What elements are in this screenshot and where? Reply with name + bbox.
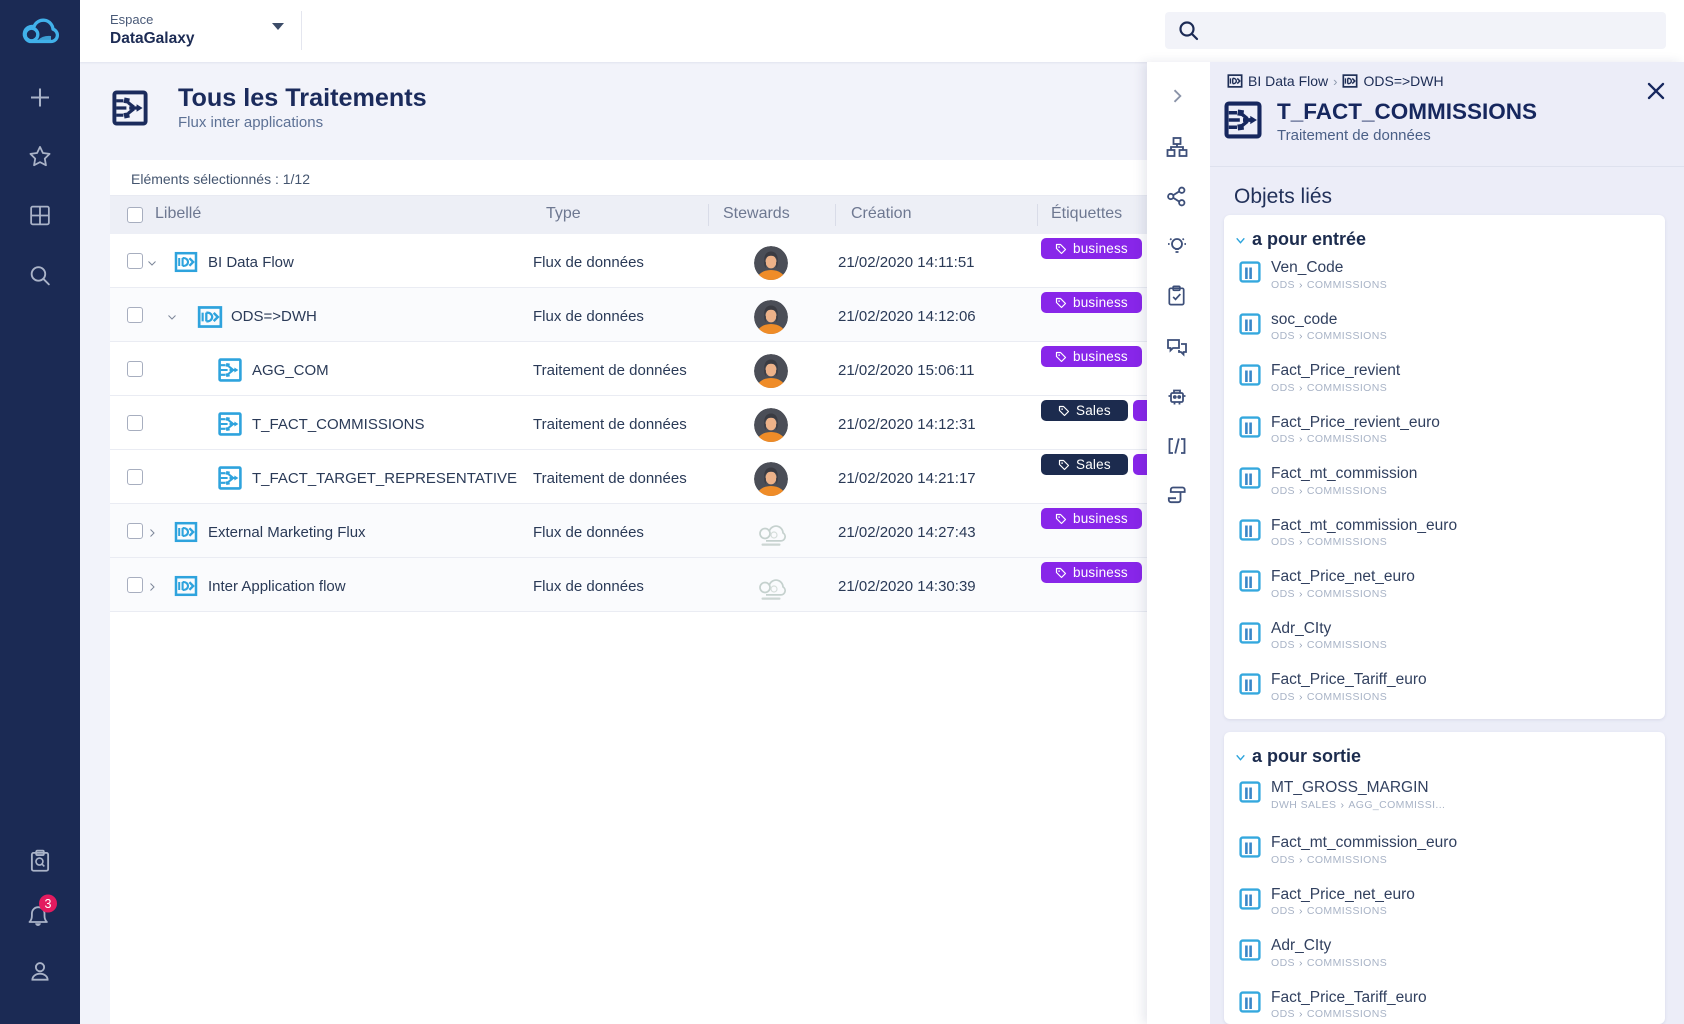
svg-text:3: 3: [45, 897, 52, 911]
